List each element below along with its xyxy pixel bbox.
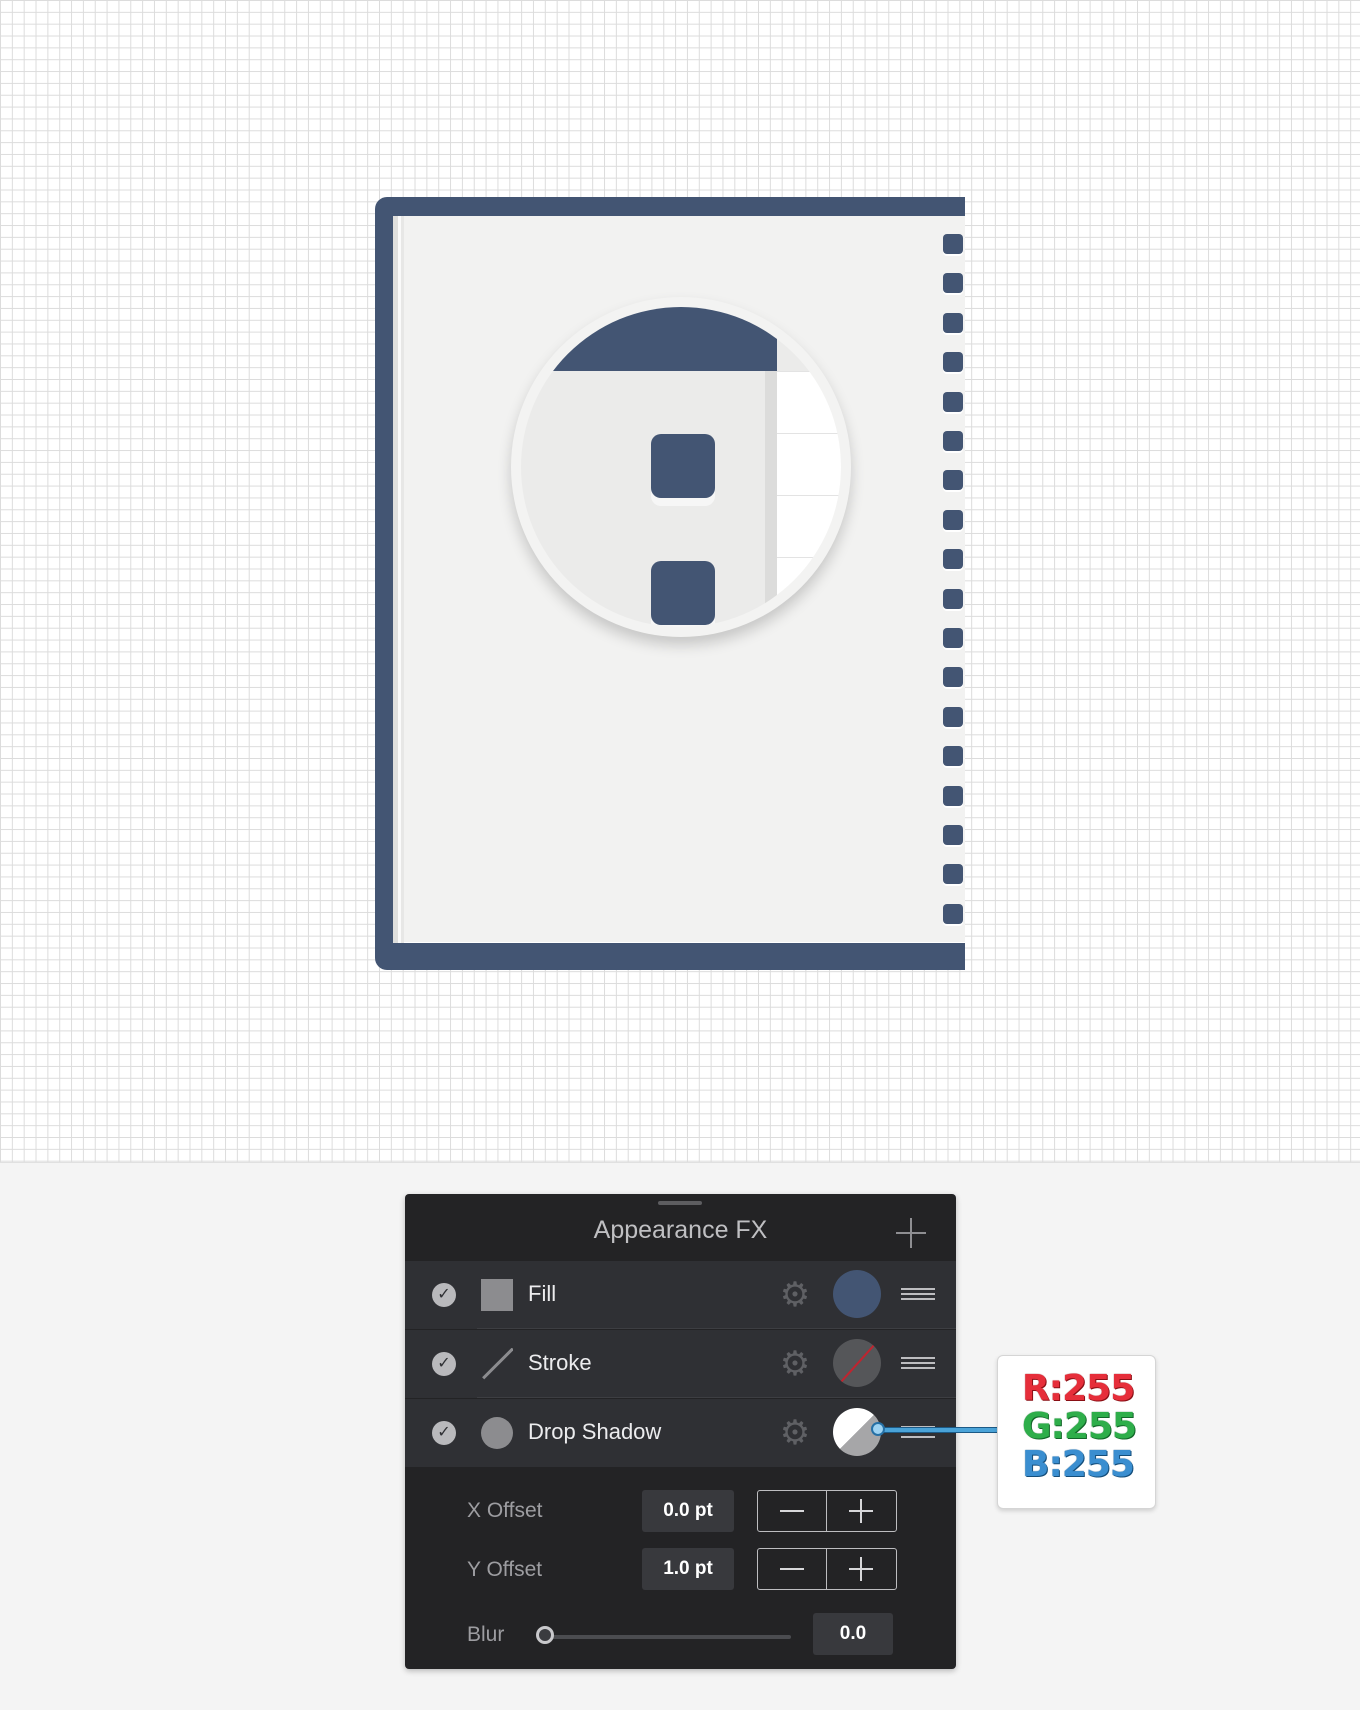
decrement-button[interactable] [758,1549,827,1589]
callout-anchor-dot [871,1422,885,1436]
decrement-button[interactable] [758,1491,827,1531]
binder-hole [943,392,963,412]
binder-hole [943,707,963,727]
y-offset-field[interactable]: 1.0 pt [642,1548,734,1590]
binder-hole [943,746,963,766]
y-offset-stepper [757,1548,897,1590]
binder-hole [943,864,963,884]
binder-hole [943,313,963,333]
zoomed-cover-edge [521,307,777,371]
layer-label: Stroke [528,1350,592,1375]
layer-label: Fill [528,1281,557,1306]
blur-slider-track[interactable] [543,1635,791,1639]
layer-row-stroke[interactable]: ✓ Stroke ⚙ [405,1330,956,1398]
page-edge [401,216,404,943]
reorder-handle-icon[interactable] [901,1357,935,1371]
binder-hole [943,431,963,451]
blue-value: B:255 [1022,1444,1135,1485]
x-offset-label: X Offset [467,1499,543,1522]
y-offset-label: Y Offset [467,1558,543,1581]
magnifier-content [521,307,841,627]
stroke-color-swatch[interactable] [833,1339,881,1387]
binder-hole [943,589,963,609]
binder-hole [943,786,963,806]
checkmark-icon[interactable]: ✓ [432,1352,456,1376]
binder-hole [943,667,963,687]
layer-row-fill[interactable]: ✓ Fill ⚙ [405,1261,956,1329]
fill-color-swatch[interactable] [833,1270,881,1318]
binder-hole [943,234,963,254]
layer-label: Drop Shadow [528,1419,662,1444]
blur-label: Blur [467,1623,505,1646]
binder-hole [943,273,963,293]
blur-value-field[interactable]: 0.0 [813,1613,893,1655]
rgb-value-callout: R:255 G:255 B:255 [997,1355,1156,1509]
binder-hole [943,825,963,845]
shadow-circle-icon [481,1417,513,1449]
row-divider [477,1328,956,1329]
x-offset-stepper [757,1490,897,1532]
increment-button[interactable] [827,1491,895,1531]
checkmark-icon[interactable]: ✓ [432,1421,456,1445]
zoomed-grid [777,371,841,627]
gear-icon[interactable]: ⚙ [777,1346,813,1382]
gear-icon[interactable]: ⚙ [777,1277,813,1313]
binder-hole [943,549,963,569]
increment-button[interactable] [827,1549,895,1589]
binder-hole [943,510,963,530]
fill-square-icon [481,1279,513,1311]
checkmark-icon[interactable]: ✓ [432,1283,456,1307]
blur-slider-knob[interactable] [536,1626,554,1644]
stroke-line-icon [481,1348,513,1380]
zoomed-binder-hole [651,434,715,498]
x-offset-field[interactable]: 0.0 pt [642,1490,734,1532]
zoomed-binder-hole [651,561,715,625]
binder-hole [943,628,963,648]
zoomed-page-edge [765,371,777,627]
callout-connector [876,1427,1000,1433]
binder-hole [943,470,963,490]
add-effect-button[interactable] [894,1216,928,1250]
green-value: G:255 [1022,1406,1137,1447]
panel-drag-handle[interactable] [658,1201,702,1205]
panel-title: Appearance FX [593,1216,768,1244]
binder-hole [943,904,963,924]
red-value: R:255 [1022,1368,1135,1409]
zoom-magnifier [511,297,851,637]
gear-icon[interactable]: ⚙ [777,1415,813,1451]
row-divider [477,1397,956,1398]
artboard-canvas[interactable] [0,0,1360,1163]
binder-hole [943,352,963,372]
reorder-handle-icon[interactable] [901,1288,935,1302]
